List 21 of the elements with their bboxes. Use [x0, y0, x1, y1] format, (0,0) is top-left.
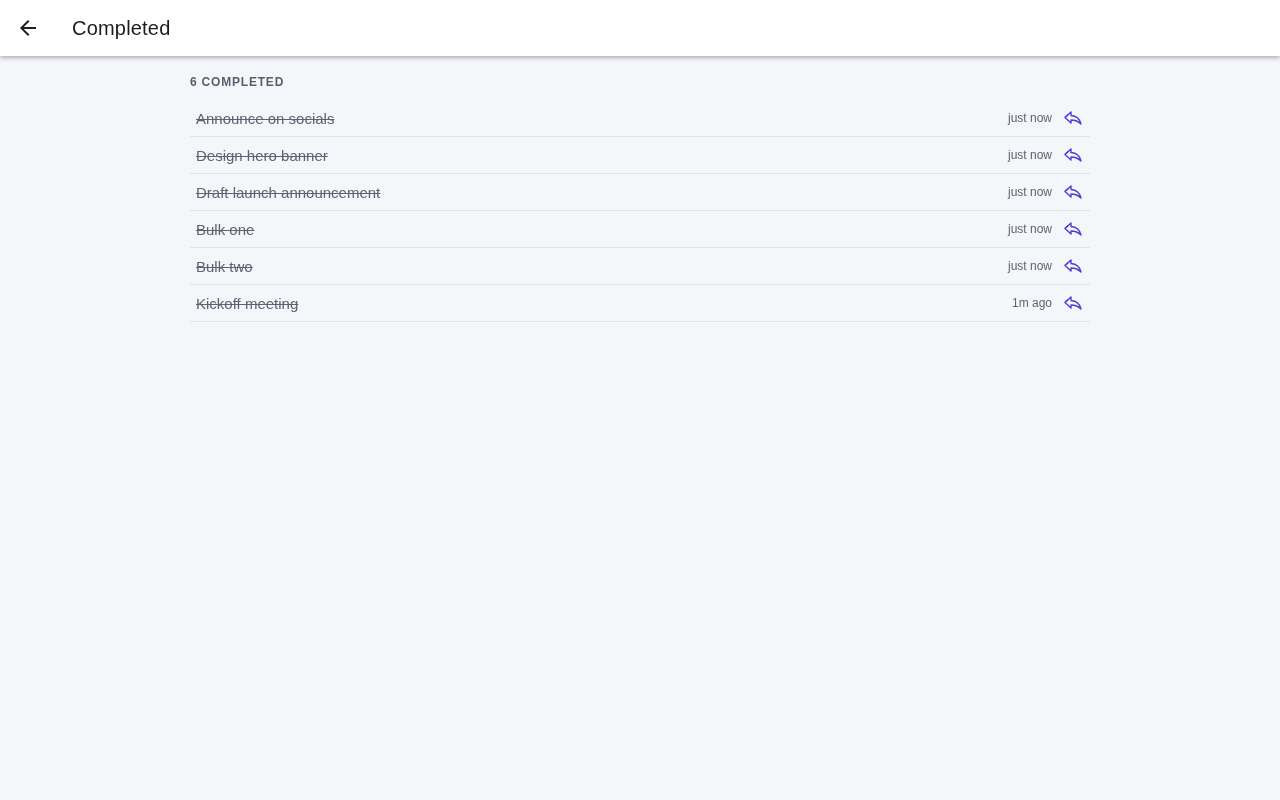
task-title: Design hero banner: [196, 146, 328, 164]
completed-time: just now: [1007, 222, 1052, 236]
completed-time: 1m ago: [1011, 296, 1052, 310]
task-title: Kickoff meeting: [196, 294, 299, 312]
back-arrow-icon: [20, 20, 36, 36]
completed-time: just now: [1007, 185, 1052, 199]
section-label: 6 COMPLETED: [190, 74, 285, 90]
task-title: Bulk two: [196, 257, 253, 275]
task-title: Announce on socials: [196, 109, 335, 127]
curved-arrow-icon: [1064, 185, 1082, 199]
curved-arrow-icon: [1064, 259, 1082, 273]
completed-time: just now: [1007, 111, 1052, 125]
curved-arrow-icon: [1064, 222, 1082, 236]
completed-time: just now: [1007, 259, 1052, 273]
page-title: Completed: [72, 16, 171, 40]
task-title: Draft launch announcement: [196, 183, 381, 201]
curved-arrow-icon: [1064, 296, 1082, 310]
curved-arrow-icon: [1064, 111, 1082, 125]
task-title: Bulk one: [196, 220, 255, 238]
curved-arrow-icon: [1064, 148, 1082, 162]
completed-time: just now: [1007, 148, 1052, 162]
